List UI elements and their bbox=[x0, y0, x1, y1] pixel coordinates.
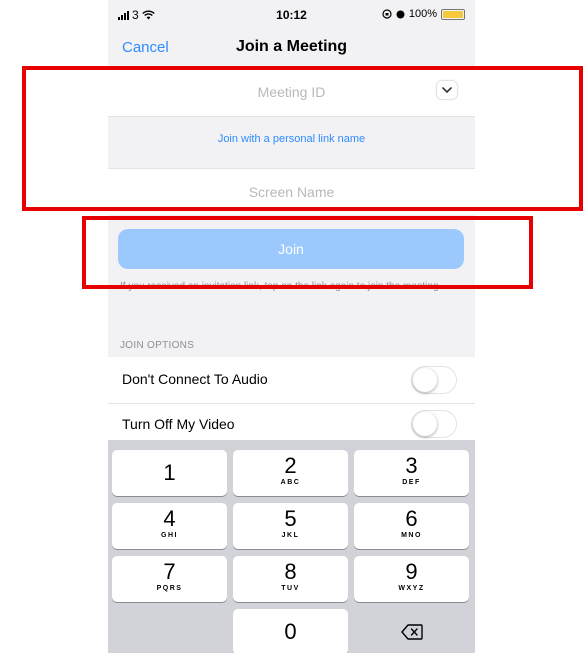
numeric-keypad: 1 2 ABC 3 DEF 4 GHI 5 JKL 6 MNO 7 PQRS 8… bbox=[108, 440, 475, 653]
key-digit: 8 bbox=[284, 559, 297, 584]
key-letters: WXYZ bbox=[398, 585, 425, 592]
battery-icon bbox=[441, 8, 465, 20]
key-letters: DEF bbox=[402, 479, 421, 486]
battery-percent: 100% bbox=[408, 8, 437, 20]
key-digit: 3 bbox=[405, 453, 418, 478]
key-letters: GHI bbox=[161, 532, 178, 539]
option-turn-off-video: Turn Off My Video bbox=[108, 404, 475, 440]
key-digit: 5 bbox=[284, 506, 297, 531]
delete-backspace-icon bbox=[400, 624, 423, 640]
nav-bar: Cancel Join a Meeting bbox=[108, 30, 475, 64]
key-digit: 2 bbox=[284, 453, 297, 478]
key-7[interactable]: 7 PQRS bbox=[112, 556, 227, 602]
highlight-box-fields bbox=[22, 66, 583, 211]
key-letters: ABC bbox=[280, 479, 301, 486]
key-4[interactable]: 4 GHI bbox=[112, 503, 227, 549]
option-dont-connect-audio: Don't Connect To Audio bbox=[108, 357, 475, 404]
delete-key[interactable] bbox=[354, 609, 469, 653]
highlight-box-join bbox=[82, 216, 533, 289]
key-2[interactable]: 2 ABC bbox=[233, 450, 348, 496]
key-digit: 7 bbox=[163, 559, 176, 584]
battery-status: 100% bbox=[382, 8, 465, 20]
key-8[interactable]: 8 TUV bbox=[233, 556, 348, 602]
audio-toggle[interactable] bbox=[411, 366, 457, 394]
page-title: Join a Meeting bbox=[235, 38, 348, 55]
key-1[interactable]: 1 bbox=[112, 450, 227, 496]
key-digit: 0 bbox=[284, 619, 297, 644]
key-letters: PQRS bbox=[156, 585, 183, 592]
key-digit: 6 bbox=[405, 506, 418, 531]
key-9[interactable]: 9 WXYZ bbox=[354, 556, 469, 602]
key-letters: JKL bbox=[281, 532, 300, 539]
option-label: Turn Off My Video bbox=[122, 416, 235, 432]
key-letters: TUV bbox=[281, 585, 300, 592]
key-digit: 1 bbox=[163, 460, 176, 485]
key-digit: 4 bbox=[163, 506, 176, 531]
rotation-lock-icon bbox=[382, 9, 392, 19]
key-6[interactable]: 6 MNO bbox=[354, 503, 469, 549]
key-5[interactable]: 5 JKL bbox=[233, 503, 348, 549]
join-options-label: JOIN OPTIONS bbox=[120, 340, 195, 351]
option-label: Don't Connect To Audio bbox=[122, 371, 268, 387]
key-letters: MNO bbox=[401, 532, 422, 539]
alarm-icon bbox=[396, 10, 405, 19]
video-toggle[interactable] bbox=[411, 410, 457, 438]
key-digit: 9 bbox=[405, 559, 418, 584]
status-bar: 3 10:12 100% bbox=[108, 0, 475, 30]
key-3[interactable]: 3 DEF bbox=[354, 450, 469, 496]
key-0[interactable]: 0 bbox=[233, 609, 348, 653]
